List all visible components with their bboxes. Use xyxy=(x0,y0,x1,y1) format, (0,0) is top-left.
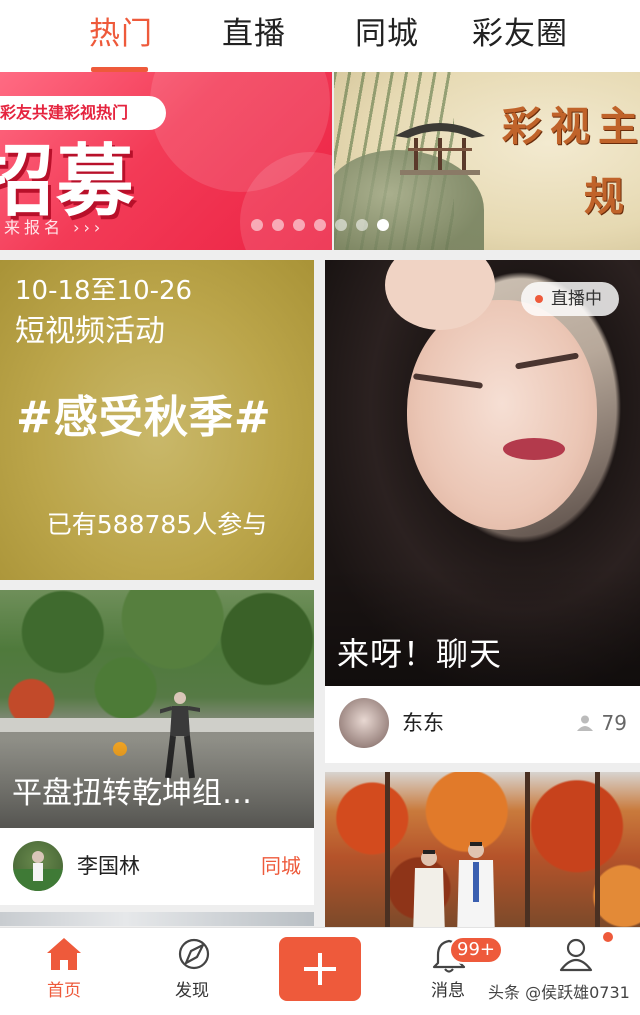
banner-subline: 来报名 ››› xyxy=(4,218,105,237)
video-card-thumbnail[interactable]: 平盘扭转乾坤组… xyxy=(0,590,314,828)
carousel-dot[interactable] xyxy=(314,219,326,231)
live-title: 来呀！聊天 xyxy=(337,635,503,673)
viewer-count: 79 xyxy=(601,711,627,735)
home-icon xyxy=(47,938,81,970)
location-tag: 同城 xyxy=(261,854,301,878)
nav-discover-label: 发现 xyxy=(175,981,209,1001)
banner-rules-title: 彩视主 xyxy=(502,103,640,150)
add-content-button[interactable] xyxy=(279,937,361,1001)
watermark-text: 头条 @侯跃雄0731 xyxy=(488,983,630,1002)
activity-kind: 短视频活动 xyxy=(15,314,165,349)
banner-rules-title-2: 规 xyxy=(584,173,624,220)
activity-date-range: 10-18至10-26 xyxy=(15,276,193,306)
author-name[interactable]: 李国林 xyxy=(77,851,140,881)
tab-hot[interactable]: 热门 xyxy=(89,12,153,56)
video-author-row[interactable]: 李国林 同城 xyxy=(0,828,314,905)
next-card-peek[interactable] xyxy=(0,912,314,926)
author-name[interactable]: 东东 xyxy=(402,708,444,738)
couple-figure-right xyxy=(457,842,495,927)
pavilion-illustration xyxy=(395,123,485,175)
carousel-dot[interactable] xyxy=(251,219,263,231)
carousel-dots xyxy=(251,219,389,231)
video-card-thumbnail-2[interactable] xyxy=(325,772,640,927)
banner-tagline: 彩友共建彩视热门 xyxy=(0,96,166,130)
plus-icon xyxy=(304,953,336,985)
carousel-dot[interactable] xyxy=(293,219,305,231)
couple-figure-left xyxy=(413,850,445,927)
live-status-label: 直播中 xyxy=(551,289,602,309)
user-icon xyxy=(559,938,593,972)
profile-notification-dot xyxy=(603,932,613,942)
banner-carousel[interactable]: 彩友共建彩视热门 招募 来报名 ››› 彩视主 规 xyxy=(0,72,640,250)
live-dot-icon xyxy=(535,295,543,303)
nav-home[interactable]: 首页 xyxy=(30,928,100,1015)
live-author-row[interactable]: 东东 79 xyxy=(325,686,640,763)
avatar[interactable] xyxy=(339,698,389,748)
nav-discover[interactable]: 发现 xyxy=(158,928,228,1015)
discover-icon xyxy=(178,938,210,970)
tab-friends-circle[interactable]: 彩友圈 xyxy=(472,12,568,56)
live-status-badge: 直播中 xyxy=(521,282,619,316)
carousel-dot[interactable] xyxy=(356,219,368,231)
top-tab-bar: 热门 直播 同城 彩友圈 xyxy=(0,0,640,72)
activity-card[interactable]: 10-18至10-26 短视频活动 #感受秋季# 已有588785人参与 xyxy=(0,260,314,580)
live-stream-card[interactable]: 直播中 来呀！聊天 xyxy=(325,260,640,686)
carousel-dot-active[interactable] xyxy=(377,219,389,231)
carousel-dot[interactable] xyxy=(335,219,347,231)
tab-live[interactable]: 直播 xyxy=(222,12,286,56)
nav-messages-label: 消息 xyxy=(431,981,465,1001)
tab-local[interactable]: 同城 xyxy=(355,12,419,56)
carousel-dot[interactable] xyxy=(272,219,284,231)
activity-topic: #感受秋季# xyxy=(16,392,272,443)
activity-participants: 已有588785人参与 xyxy=(46,510,268,539)
nav-home-label: 首页 xyxy=(47,981,81,1001)
viewer-count-icon xyxy=(577,715,593,731)
message-count-badge: 99+ xyxy=(449,936,503,964)
video-title: 平盘扭转乾坤组… xyxy=(12,776,252,811)
avatar[interactable] xyxy=(13,841,63,891)
